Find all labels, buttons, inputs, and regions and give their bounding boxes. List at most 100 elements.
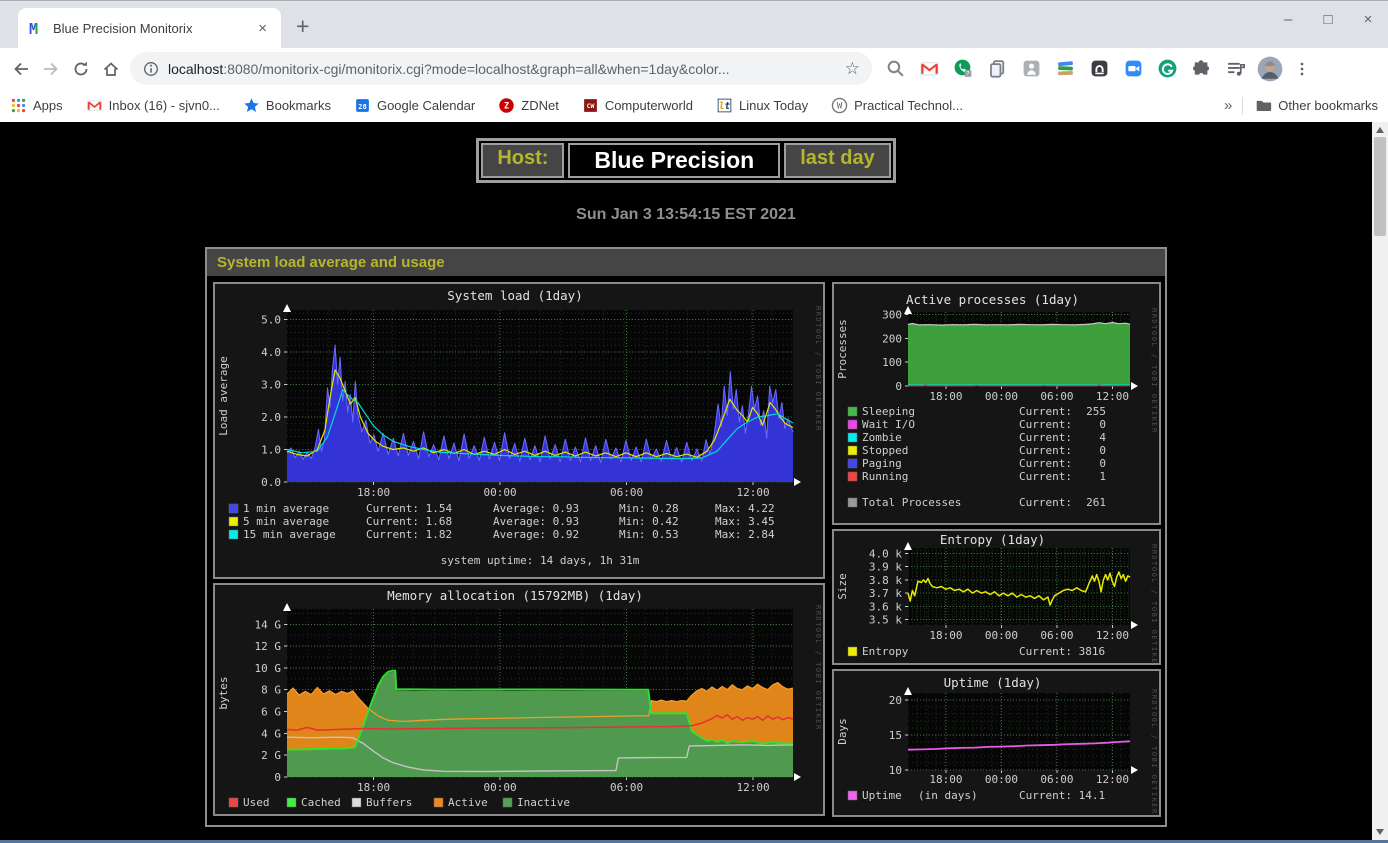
svg-text:Min: 0.53: Min: 0.53	[619, 528, 679, 541]
profile-avatar[interactable]	[1257, 56, 1283, 82]
svg-text:RRDTOOL / TOBI OETIKER: RRDTOOL / TOBI OETIKER	[814, 605, 822, 731]
darkbox-extension-button[interactable]	[1089, 58, 1110, 79]
memory-allocation-chart[interactable]: 18:0000:0006:0012:0002 G4 G6 G8 G10 G12 …	[215, 585, 823, 814]
extensions-row: ?	[885, 58, 1246, 79]
svg-text:Uptime (1day): Uptime (1day)	[944, 675, 1042, 690]
page-scrollbar[interactable]	[1372, 122, 1388, 840]
active-processes-chart[interactable]: 18:0000:0006:0012:000100200300Active pro…	[834, 284, 1159, 523]
svg-text:14 G: 14 G	[255, 618, 282, 631]
back-icon	[11, 59, 31, 79]
playlist-extension-button[interactable]	[1225, 58, 1246, 79]
grammarly-extension-button[interactable]	[1157, 58, 1178, 79]
scrollbar-down-icon[interactable]	[1376, 829, 1384, 835]
bookmarks-bar: Apps Inbox (16) - sjvn0... Bookmarks 28Goog…	[0, 89, 1388, 122]
search-icon	[885, 58, 906, 79]
bookmark-label: Practical Technol...	[854, 98, 963, 113]
forward-button[interactable]	[36, 54, 66, 84]
copy-extension-button[interactable]	[987, 58, 1008, 79]
address-bar[interactable]: localhost:8080/monitorix-cgi/monitorix.c…	[130, 52, 872, 85]
svg-text:Memory allocation (15792MB) (: Memory allocation (15792MB) (1day)	[387, 588, 643, 603]
svg-text:RRDTOOL / TOBI OETIKER: RRDTOOL / TOBI OETIKER	[814, 306, 822, 432]
person-extension-button[interactable]	[1021, 58, 1042, 79]
svg-text:00:00: 00:00	[985, 390, 1018, 403]
bookmarks-overflow-button[interactable]: »	[1224, 97, 1232, 114]
bookmark-star-icon[interactable]: ☆	[845, 59, 860, 79]
bookmark-apps[interactable]: Apps	[10, 97, 63, 114]
right-column: 18:0000:0006:0012:000100200300Active pro…	[832, 282, 1161, 817]
bookmark-linux-today[interactable]: ltLinux Today	[716, 97, 808, 114]
close-button[interactable]: ×	[1360, 11, 1376, 28]
uptime-chart[interactable]: 18:0000:0006:0012:00101520Uptime (1day)D…	[834, 671, 1159, 815]
svg-text:6 G: 6 G	[261, 706, 281, 719]
svg-text:2 G: 2 G	[261, 749, 281, 762]
svg-text:4: 4	[1099, 431, 1106, 444]
browser-tab[interactable]: M M Blue Precision Monitorix ×	[18, 8, 281, 49]
star-blue-icon	[243, 97, 260, 114]
bookmark-google-calendar[interactable]: 28Google Calendar	[354, 97, 475, 114]
svg-text:12:00: 12:00	[736, 486, 769, 499]
bookmark-zdnet[interactable]: ZZDNet	[498, 97, 559, 114]
home-button[interactable]	[96, 54, 126, 84]
svg-text:0: 0	[1099, 418, 1106, 431]
bookmark-practical-technol[interactable]: WPractical Technol...	[831, 97, 963, 114]
svg-text:lt: lt	[719, 101, 731, 112]
svg-text:5.0: 5.0	[261, 314, 281, 327]
maximize-button[interactable]: □	[1320, 11, 1336, 28]
tab-close-icon[interactable]: ×	[254, 20, 271, 37]
tab-title: Blue Precision Monitorix	[53, 21, 254, 36]
new-tab-button[interactable]: +	[296, 13, 309, 40]
playlist-icon	[1225, 58, 1246, 79]
search-extension-button[interactable]	[885, 58, 906, 79]
books-extension-button[interactable]	[1055, 58, 1076, 79]
svg-text:Current: 1.82: Current: 1.82	[366, 528, 452, 541]
period-label: last day	[784, 143, 890, 178]
svg-text:Average: 0.93: Average: 0.93	[493, 515, 579, 528]
svg-text:Used: Used	[243, 796, 270, 809]
voice-extension-button[interactable]: ?	[953, 58, 974, 79]
scrollbar-thumb[interactable]	[1374, 137, 1386, 236]
back-button[interactable]	[6, 54, 36, 84]
svg-text:Stopped: Stopped	[862, 444, 908, 457]
section-title: System load average and usage	[207, 249, 1165, 276]
svg-text:RRDTOOL / TOBI OETIKER: RRDTOOL / TOBI OETIKER	[1150, 689, 1158, 815]
bookmark-bookmarks[interactable]: Bookmarks	[243, 97, 331, 114]
site-info-icon[interactable]	[142, 60, 160, 78]
bookmark-label: Inbox (16) - sjvn0...	[109, 98, 220, 113]
other-bookmarks-button[interactable]: Other bookmarks	[1255, 97, 1378, 114]
puzzle-extension-button[interactable]	[1191, 58, 1212, 79]
entropy-chart[interactable]: 18:0000:0006:0012:003.5 k3.6 k3.7 k3.8 k…	[834, 531, 1159, 663]
svg-text:3.0: 3.0	[261, 379, 281, 392]
svg-text:Uptime: Uptime	[862, 789, 902, 802]
browser-menu-button[interactable]	[1293, 60, 1311, 78]
apps-grid-icon	[10, 97, 27, 114]
minimize-button[interactable]: –	[1280, 11, 1296, 28]
url-hostname: localhost	[168, 61, 223, 77]
person-icon	[1021, 58, 1042, 79]
svg-text:Wait I/O: Wait I/O	[862, 418, 915, 431]
svg-text:Current: 14.1: Current: 14.1	[1019, 789, 1105, 802]
svg-text:15: 15	[889, 729, 902, 742]
svg-text:Load average: Load average	[217, 356, 230, 435]
svg-text:10 G: 10 G	[255, 662, 282, 675]
gmail-icon	[919, 58, 940, 79]
svg-text:18:00: 18:00	[357, 486, 390, 499]
bookmark-computerworld[interactable]: CWComputerworld	[582, 97, 693, 114]
system-load-chart[interactable]: 18:0000:0006:0012:000.01.02.03.04.05.0Sy…	[215, 284, 823, 577]
host-header-table: Host: Blue Precision last day	[476, 138, 895, 183]
svg-text:Current:: Current:	[1019, 405, 1072, 418]
bookmark-label: ZDNet	[521, 98, 559, 113]
svg-text:06:00: 06:00	[1040, 773, 1073, 786]
gmail-extension-button[interactable]	[919, 58, 940, 79]
bookmark-inbox-16-sjvn0[interactable]: Inbox (16) - sjvn0...	[86, 97, 220, 114]
svg-text:00:00: 00:00	[985, 773, 1018, 786]
three-dots-icon	[1293, 60, 1311, 78]
zoomcam-extension-button[interactable]	[1123, 58, 1144, 79]
svg-text:3.7 k: 3.7 k	[869, 587, 902, 600]
svg-text:Cached: Cached	[301, 796, 341, 809]
scrollbar-up-icon[interactable]	[1376, 127, 1384, 133]
reload-button[interactable]	[66, 54, 96, 84]
svg-text:Current: 3816: Current: 3816	[1019, 645, 1105, 658]
gmail-icon	[86, 97, 103, 114]
svg-text:3.8 k: 3.8 k	[869, 574, 902, 587]
graphs-grid: 18:0000:0006:0012:000.01.02.03.04.05.0Sy…	[207, 276, 1165, 825]
